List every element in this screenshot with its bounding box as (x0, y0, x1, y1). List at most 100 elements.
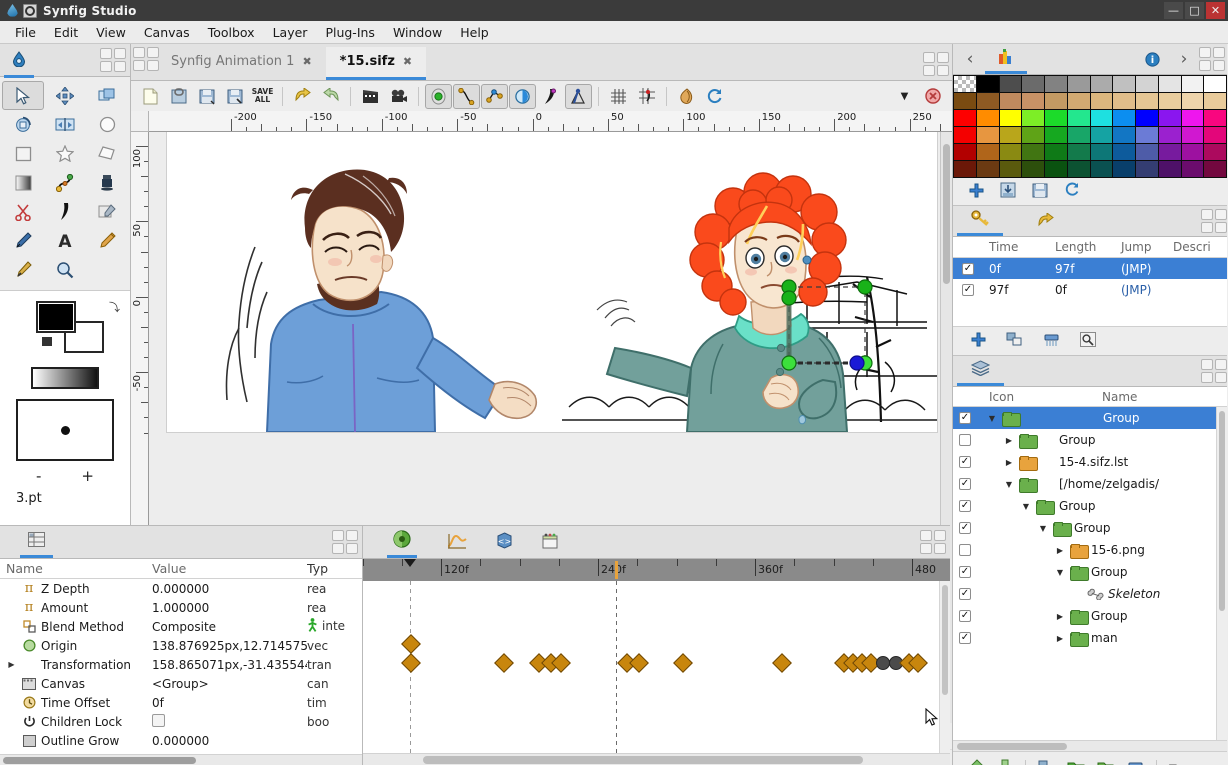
layer-visibility-checkbox[interactable]: ✓ (953, 566, 977, 578)
show-angle-handles-button[interactable] (565, 83, 592, 109)
timetrack-horizontal-scrollbar[interactable] (363, 753, 950, 765)
palette-color-swatch[interactable] (999, 110, 1022, 126)
duplicate-layer-button[interactable] (1038, 760, 1055, 765)
canvas-panel-grip-right[interactable] (923, 52, 949, 76)
menu-window[interactable]: Window (384, 22, 451, 43)
time-cursor[interactable] (615, 561, 618, 579)
palette-color-swatch[interactable] (999, 161, 1022, 177)
param-value[interactable]: Composite (152, 620, 307, 634)
palette-color-swatch[interactable] (1090, 110, 1113, 126)
params-col-value[interactable]: Value (152, 561, 307, 576)
palette-color-swatch[interactable] (1136, 110, 1158, 126)
palette-color-swatch[interactable] (976, 76, 999, 92)
save-document-button[interactable] (193, 84, 220, 109)
palette-color-swatch[interactable] (1045, 76, 1067, 92)
waypoint[interactable] (772, 653, 792, 673)
sketch-tool[interactable] (86, 226, 128, 255)
chevron-down-icon[interactable]: ▼ (985, 414, 999, 423)
timetrack-waypoint-area[interactable] (363, 581, 950, 753)
palette-color-swatch[interactable] (1136, 76, 1158, 92)
keyframe-enabled-checkbox[interactable]: ✓ (962, 283, 974, 296)
param-row[interactable]: Canvas <Group> can (0, 674, 362, 693)
palette-color-swatch[interactable] (1045, 144, 1067, 160)
layer-row[interactable]: ✓ ▶ man (953, 627, 1227, 649)
layer-name[interactable]: man (1089, 631, 1227, 645)
chevron-down-icon[interactable]: ▼ (1053, 568, 1067, 577)
param-value[interactable]: 1.000000 (152, 601, 307, 615)
param-value[interactable]: 138.876925px,12.714575 (152, 639, 307, 653)
tab-palette-editor[interactable] (985, 44, 1027, 74)
width-tool[interactable] (44, 197, 86, 226)
save-as-button[interactable] (221, 84, 248, 109)
star-tool[interactable] (44, 139, 86, 168)
keyframe-enabled-checkbox[interactable]: ✓ (962, 262, 974, 275)
param-value[interactable]: 0.000000 (152, 734, 307, 748)
param-value[interactable] (152, 713, 307, 730)
palette-color-swatch[interactable] (1158, 93, 1181, 109)
layer-visibility-checkbox[interactable]: ✓ (953, 632, 977, 644)
palette-color-swatch[interactable] (1181, 144, 1204, 160)
save-palette-button[interactable] (1032, 183, 1048, 201)
toggle-onion-skin-button[interactable] (673, 84, 700, 109)
artboard[interactable] (167, 132, 937, 432)
tab-curves[interactable] (447, 533, 467, 552)
ruler-corner[interactable] (131, 111, 149, 132)
palette-color-swatch[interactable] (1136, 144, 1158, 160)
params-horizontal-scrollbar[interactable] (0, 754, 362, 765)
layer-visibility-checkbox[interactable]: ✓ (953, 500, 977, 512)
close-icon[interactable]: ✖ (403, 55, 412, 68)
document-tab-synfig-animation-1[interactable]: Synfig Animation 1 ✖ (157, 47, 326, 80)
tab-canvas-browser[interactable] (542, 533, 558, 552)
palette-color-swatch[interactable] (1067, 161, 1090, 177)
palette-color-swatch[interactable] (1045, 127, 1067, 143)
waypoint[interactable] (876, 656, 890, 670)
param-row-partial[interactable]: Outline Grow 0.000000 (0, 731, 362, 750)
polygon-tool[interactable] (86, 139, 128, 168)
brush-preview[interactable] (16, 399, 114, 461)
tab-keyframes[interactable] (957, 206, 1003, 236)
window-menu-icon[interactable] (23, 3, 37, 18)
rotate-tool[interactable] (2, 110, 44, 139)
menu-canvas[interactable]: Canvas (135, 22, 199, 43)
tab-params[interactable] (20, 526, 53, 558)
keyframe-row[interactable]: ✓ 97f 0f (JMP) (953, 279, 1227, 300)
palette-color-swatch[interactable] (1158, 144, 1181, 160)
palette-color-swatch[interactable] (954, 161, 976, 177)
palette-color-swatch[interactable] (976, 110, 999, 126)
menu-toolbox[interactable]: Toolbox (199, 22, 264, 43)
palette-color-swatch[interactable] (1090, 76, 1113, 92)
layers-horizontal-scrollbar[interactable] (953, 740, 1227, 751)
toggle-render-spline-button[interactable] (453, 83, 480, 109)
palette-color-swatch[interactable] (1022, 93, 1044, 109)
raise-layer-button[interactable] (969, 758, 985, 765)
param-row[interactable]: π Z Depth 0.000000 rea (0, 579, 362, 598)
show-radius-handles-button[interactable] (509, 83, 536, 109)
lower-layer-button[interactable] (997, 759, 1013, 765)
palette-color-swatch[interactable] (1181, 76, 1204, 92)
duplicate-keyframe-button[interactable] (1006, 332, 1023, 350)
layer-name[interactable]: Skeleton (1106, 587, 1227, 601)
palette-color-swatch[interactable] (1067, 144, 1090, 160)
palette-color-swatch[interactable] (1067, 127, 1090, 143)
circle-tool[interactable] (86, 110, 128, 139)
param-row[interactable]: ▶ Transformation 158.865071px,-31.435544 tr… (0, 655, 362, 674)
mirror-tool[interactable] (44, 110, 86, 139)
minimize-button[interactable]: — (1164, 2, 1183, 19)
palette-color-swatch[interactable] (1067, 76, 1090, 92)
new-document-button[interactable] (137, 84, 164, 109)
params-col-name[interactable]: Name (0, 561, 152, 576)
toolbar-overflow-button[interactable]: ▼ (891, 84, 918, 109)
eyedropper-tool[interactable] (86, 197, 128, 226)
palette-color-swatch[interactable] (1204, 161, 1226, 177)
palette-color-swatch[interactable] (976, 144, 999, 160)
palette-color-swatch[interactable] (976, 93, 999, 109)
gradient-swatch[interactable] (31, 367, 99, 389)
palette-color-swatch[interactable] (1090, 161, 1113, 177)
tab-history[interactable] (1037, 213, 1055, 229)
layer-name[interactable]: Group (1021, 411, 1227, 425)
layer-row[interactable]: ✓ ▼ Group (953, 407, 1227, 429)
palette-color-swatch[interactable] (1022, 144, 1044, 160)
param-value[interactable]: 0f (152, 696, 307, 710)
palette-color-swatch[interactable] (999, 144, 1022, 160)
palette-color-swatch[interactable] (1181, 110, 1204, 126)
